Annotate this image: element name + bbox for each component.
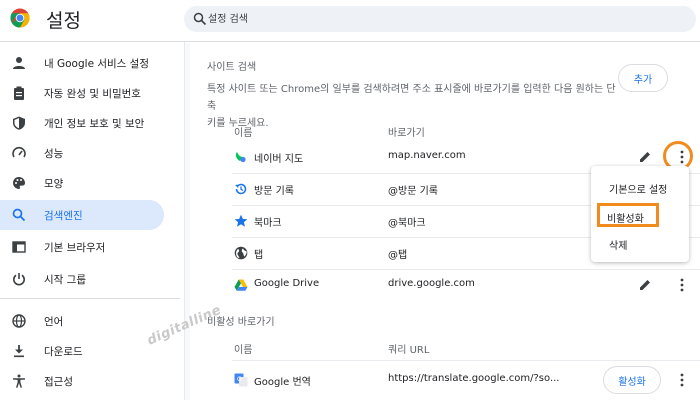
- menu-item-label: 기본으로 설정: [609, 185, 668, 196]
- table-row: Google Drive drive.google.com: [190, 269, 700, 301]
- search-icon: [193, 12, 207, 26]
- menu-item-deactivate[interactable]: 비활성화: [597, 203, 659, 227]
- star-icon: [234, 214, 248, 227]
- search-icon: [11, 207, 27, 223]
- row-shortcut: @방문 기록: [388, 186, 438, 197]
- top-bar: 설정: [0, 0, 700, 42]
- sidebar-item-label: 성능: [44, 147, 64, 160]
- edit-icon[interactable]: [637, 149, 653, 165]
- person-icon: [11, 55, 27, 71]
- col-header-name: 이름: [234, 345, 253, 356]
- globe-icon: [11, 313, 27, 329]
- sidebar-divider: [0, 298, 180, 299]
- sidebar-item-label: 기본 브라우저: [44, 241, 106, 254]
- row-shortcut: drive.google.com: [388, 278, 475, 289]
- naver-map-icon: [235, 152, 246, 163]
- menu-item-delete[interactable]: 삭제: [591, 230, 689, 256]
- row-name: 탭: [254, 250, 264, 261]
- svg-text:G: G: [237, 376, 242, 383]
- row-name: Google Drive: [254, 278, 320, 289]
- sidebar-item-startup[interactable]: 시작 그룹: [0, 264, 164, 294]
- row-name: Google 번역: [254, 377, 311, 388]
- search-input[interactable]: [208, 9, 678, 29]
- clipboard-icon: [11, 85, 27, 101]
- sidebar-item-label: 자동 완성 및 비밀번호: [44, 87, 141, 100]
- shield-icon: [11, 115, 27, 131]
- more-options-icon[interactable]: [674, 372, 690, 388]
- add-button[interactable]: 추가: [618, 64, 668, 92]
- sidebar-item-label: 검색엔진: [44, 209, 83, 222]
- sidebar-item-label: 개인 정보 보호 및 보안: [44, 117, 145, 130]
- sidebar-item-appearance[interactable]: 모양: [0, 168, 164, 198]
- sidebar-item-languages[interactable]: 언어: [0, 306, 164, 336]
- row-query-url: https://translate.google.com/?so...: [388, 373, 560, 384]
- edit-icon[interactable]: [637, 277, 653, 293]
- sidebar-item-autofill[interactable]: 자동 완성 및 비밀번호: [0, 78, 164, 108]
- context-menu: 기본으로 설정 비활성화 삭제: [591, 166, 689, 262]
- menu-item-label: 삭제: [609, 241, 628, 252]
- app-title: 설정: [46, 10, 81, 32]
- row-name: 방문 기록: [254, 186, 294, 197]
- sidebar-item-accessibility[interactable]: 접근성: [0, 366, 164, 396]
- table-row: G Google 번역 https://translate.google.com…: [190, 364, 700, 396]
- power-icon: [11, 271, 27, 287]
- site-search-title: 사이트 검색: [207, 62, 257, 73]
- sidebar-item-label: 다운로드: [44, 345, 83, 358]
- download-icon: [11, 343, 27, 359]
- sidebar-item-performance[interactable]: 성능: [0, 138, 164, 168]
- sidebar-item-default-browser[interactable]: 기본 브라우저: [0, 232, 164, 262]
- menu-item-label: 비활성화: [607, 214, 644, 225]
- google-translate-icon: G: [234, 373, 248, 387]
- menu-item-set-default[interactable]: 기본으로 설정: [591, 174, 689, 200]
- sidebar-item-label: 내 Google 서비스 설정: [44, 57, 149, 70]
- activate-button[interactable]: 활성화: [603, 366, 661, 394]
- row-name: 북마크: [254, 218, 282, 229]
- row-shortcut: @탭: [388, 250, 408, 261]
- sidebar-item-label: 모양: [44, 177, 64, 190]
- globe-icon: [234, 246, 248, 260]
- history-icon: [235, 183, 247, 195]
- col-header-query-url: 쿼리 URL: [388, 345, 430, 356]
- site-search-description-line: 특정 사이트 또는 Chrome의 일부를 검색하려면 주소 표시줄에 바로가기…: [207, 84, 616, 112]
- browser-icon: [11, 239, 27, 255]
- palette-icon: [11, 175, 27, 191]
- row-shortcut: map.naver.com: [388, 150, 466, 161]
- sidebar-item-google-services[interactable]: 내 Google 서비스 설정: [0, 48, 164, 78]
- sidebar-item-label: 언어: [44, 315, 64, 328]
- row-shortcut: @북마크: [388, 218, 426, 229]
- google-drive-icon: [234, 279, 248, 291]
- search-box[interactable]: [184, 6, 696, 32]
- accessibility-icon: [11, 373, 27, 389]
- col-header-name: 이름: [234, 128, 253, 139]
- speedometer-icon: [11, 145, 27, 161]
- chrome-logo-icon: [10, 8, 30, 28]
- sidebar-item-search-engine[interactable]: 검색엔진: [0, 200, 164, 230]
- more-options-icon[interactable]: [674, 277, 690, 293]
- row-name: 네이버 지도: [254, 154, 304, 165]
- sidebar-item-privacy[interactable]: 개인 정보 보호 및 보안: [0, 108, 164, 138]
- sidebar-item-label: 시작 그룹: [44, 273, 86, 286]
- row-divider: [232, 360, 700, 361]
- sidebar-item-downloads[interactable]: 다운로드: [0, 336, 164, 366]
- sidebar-item-label: 접근성: [44, 375, 73, 388]
- col-header-shortcut: 바로가기: [388, 128, 425, 139]
- sidebar: 내 Google 서비스 설정 자동 완성 및 비밀번호 개인 정보 보호 및 …: [0, 43, 184, 400]
